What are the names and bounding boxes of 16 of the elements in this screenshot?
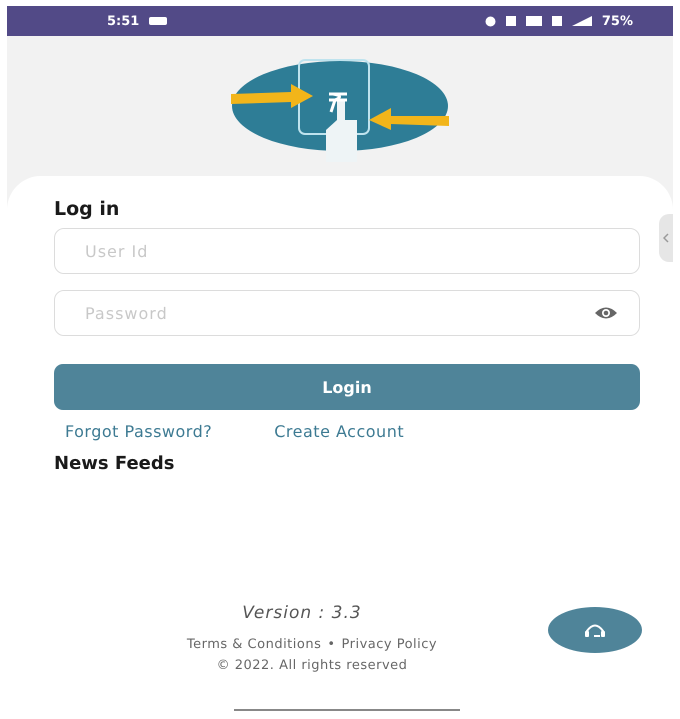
login-title: Log in (54, 198, 120, 220)
separator: • (327, 637, 336, 652)
battery-level: 75% (602, 14, 633, 28)
version-label: Version : 3.3 (242, 603, 362, 623)
chevron-left-icon (663, 233, 669, 243)
link[interactable]: Forgot Password? (65, 422, 212, 441)
video-icon (149, 17, 168, 25)
headset-icon (584, 622, 606, 638)
terms-link[interactable]: Terms & Conditions (186, 637, 322, 652)
link[interactable]: Create Account (274, 422, 404, 441)
login-button[interactable]: Login (54, 364, 640, 410)
copyright: © 2022. All rights reserved (216, 658, 408, 673)
time: 5:51 (107, 14, 140, 28)
news-feeds-heading: News Feeds (54, 453, 176, 474)
privacy-link[interactable]: Privacy Policy (342, 637, 438, 652)
eye-icon[interactable] (594, 306, 618, 320)
